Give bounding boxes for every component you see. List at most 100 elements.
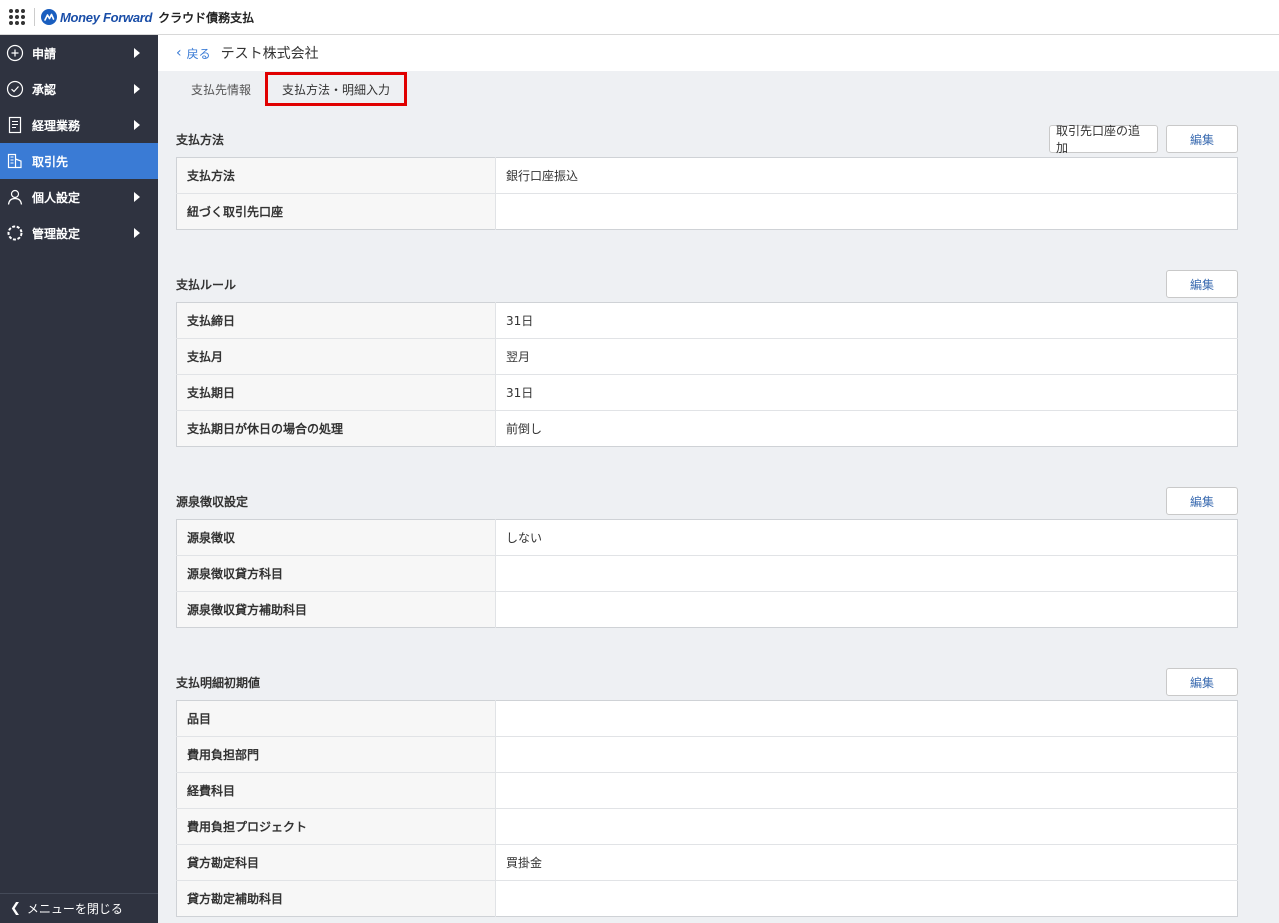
back-link[interactable]: ‹ 戻る [176, 45, 211, 62]
row-value: 31日 [495, 374, 1238, 411]
back-label: 戻る [186, 46, 211, 61]
detail-table: 源泉徴収 しない 源泉徴収貸方科目 源泉徴収貸方補助科目 [176, 519, 1238, 628]
row-label: 支払月 [176, 338, 496, 375]
main-content: ‹ 戻る テスト株式会社 支払先情報 支払方法・明細入力 支払方法 取引先口座の… [158, 35, 1279, 923]
row-label: 経費科目 [176, 772, 496, 809]
table-row: 支払締日 31日 [176, 302, 1238, 339]
sidebar-item-personal-settings[interactable]: 個人設定 [0, 179, 158, 215]
chevron-right-icon [134, 228, 140, 238]
section-header: 支払ルール 編集 [176, 266, 1238, 302]
section-title: 支払ルール [176, 277, 237, 292]
button-group: 取引先口座の追加 編集 [1049, 124, 1238, 155]
row-label: 支払期日が休日の場合の処理 [176, 410, 496, 447]
row-value [495, 808, 1238, 845]
check-circle-icon [6, 80, 24, 98]
sidebar-item-label: 取引先 [32, 154, 69, 169]
edit-button[interactable]: 編集 [1166, 270, 1238, 298]
row-label: 源泉徴収貸方補助科目 [176, 591, 496, 628]
row-value [495, 193, 1238, 230]
add-partner-account-button[interactable]: 取引先口座の追加 [1049, 124, 1158, 155]
sidebar-item-approval[interactable]: 承認 [0, 71, 158, 107]
sidebar-item-label: 承認 [32, 82, 57, 97]
top-header: Money Forward クラウド債務支払 [0, 0, 1279, 35]
row-label: 紐づく取引先口座 [176, 193, 496, 230]
section-title: 支払方法 [176, 132, 225, 147]
detail-table: 支払方法 銀行口座振込 紐づく取引先口座 [176, 157, 1238, 230]
logo[interactable]: Money Forward クラウド債務支払 [41, 9, 254, 26]
detail-table: 支払締日 31日 支払月 翌月 支払期日 31日 支払期日が休日の場合の処理 前倒し [176, 302, 1238, 447]
tab-payment-method[interactable]: 支払方法・明細入力 [265, 72, 408, 106]
table-row: 支払月 翌月 [176, 338, 1238, 375]
row-label: 貸方勘定科目 [176, 844, 496, 881]
sidebar-item-label: 申請 [32, 46, 57, 61]
table-row: 品目 [176, 700, 1238, 737]
sidebar-item-label: 管理設定 [32, 226, 81, 241]
row-label: 源泉徴収貸方科目 [176, 555, 496, 592]
row-label: 支払締日 [176, 302, 496, 339]
close-menu-label: メニューを閉じる [26, 902, 123, 916]
row-value: 31日 [506, 314, 534, 328]
page-title: テスト株式会社 [220, 46, 319, 62]
tab-payee-info[interactable]: 支払先情報 [177, 72, 265, 106]
building-icon [6, 152, 24, 170]
row-value: 翌月 [495, 338, 1238, 375]
sidebar-item-application[interactable]: 申請 [0, 35, 158, 71]
close-menu-button[interactable]: ❮ メニューを閉じる [0, 893, 158, 923]
tab-bar: 支払先情報 支払方法・明細入力 [158, 71, 1279, 107]
chevron-left-icon: ‹ [176, 45, 182, 61]
section-header: 支払方法 取引先口座の追加 編集 [176, 121, 1238, 157]
table-row: 費用負担プロジェクト [176, 808, 1238, 845]
sidebar: 申請 承認 経理業務 取引先 個人設定 管理設定 ❮ メニューを閉じる [0, 35, 158, 923]
app-switcher-icon[interactable] [0, 0, 34, 34]
table-row: 貸方勘定科目 買掛金 [176, 844, 1238, 881]
section-withholding-settings: 源泉徴収設定 編集 源泉徴収 しない 源泉徴収貸方科目 源泉徴収貸方補助科目 [176, 483, 1238, 628]
detail-table: 品目 費用負担部門 経費科目 費用負担プロジェクト 貸方勘定科目 買掛金 貸方勘定… [176, 700, 1238, 917]
plus-circle-icon [6, 44, 24, 62]
section-title: 支払明細初期値 [176, 675, 261, 690]
logo-product: クラウド債務支払 [158, 10, 255, 25]
row-label: 支払期日 [176, 374, 496, 411]
row-value [495, 772, 1238, 809]
button-group: 編集 [1166, 270, 1238, 298]
section-payment-rules: 支払ルール 編集 支払締日 31日 支払月 翌月 支払期日 31日 支払期日が休日の場… [176, 266, 1238, 447]
sidebar-item-partners[interactable]: 取引先 [0, 143, 158, 179]
row-value: 前倒し [495, 410, 1238, 447]
chevron-right-icon [134, 192, 140, 202]
edit-button[interactable]: 編集 [1166, 487, 1238, 515]
section-title: 源泉徴収設定 [176, 494, 249, 509]
person-icon [6, 188, 24, 206]
button-group: 編集 [1166, 487, 1238, 515]
table-row: 費用負担部門 [176, 736, 1238, 773]
table-row: 支払期日 31日 [176, 374, 1238, 411]
table-row: 紐づく取引先口座 [176, 193, 1238, 230]
row-label: 費用負担部門 [176, 736, 496, 773]
chevron-right-icon [134, 120, 140, 130]
table-row: 支払方法 銀行口座振込 [176, 157, 1238, 194]
row-value: しない [506, 531, 543, 545]
gear-icon [6, 224, 24, 242]
row-value [495, 880, 1238, 917]
chevron-left-icon: ❮ [10, 901, 21, 916]
row-value [495, 591, 1238, 628]
document-icon [6, 116, 24, 134]
sidebar-item-admin-settings[interactable]: 管理設定 [0, 215, 158, 251]
sidebar-item-accounting[interactable]: 経理業務 [0, 107, 158, 143]
table-row: 源泉徴収 しない [176, 519, 1238, 556]
sidebar-item-label: 経理業務 [32, 118, 81, 133]
edit-button[interactable]: 編集 [1166, 125, 1238, 153]
table-row: 貸方勘定補助科目 [176, 880, 1238, 917]
row-value: 銀行口座振込 [506, 169, 579, 183]
sidebar-item-label: 個人設定 [32, 190, 81, 205]
section-detail-defaults: 支払明細初期値 編集 品目 費用負担部門 経費科目 費用負担プロジェクト 貸方勘… [176, 664, 1238, 917]
row-value [495, 736, 1238, 773]
header-divider [34, 8, 35, 26]
breadcrumb: ‹ 戻る テスト株式会社 [158, 35, 1279, 71]
button-group: 編集 [1166, 668, 1238, 696]
row-label: 貸方勘定補助科目 [176, 880, 496, 917]
row-label: 支払方法 [176, 157, 496, 194]
table-row: 源泉徴収貸方科目 [176, 555, 1238, 592]
row-value [496, 701, 1238, 737]
edit-button[interactable]: 編集 [1166, 668, 1238, 696]
chevron-right-icon [134, 48, 140, 58]
table-row: 支払期日が休日の場合の処理 前倒し [176, 410, 1238, 447]
